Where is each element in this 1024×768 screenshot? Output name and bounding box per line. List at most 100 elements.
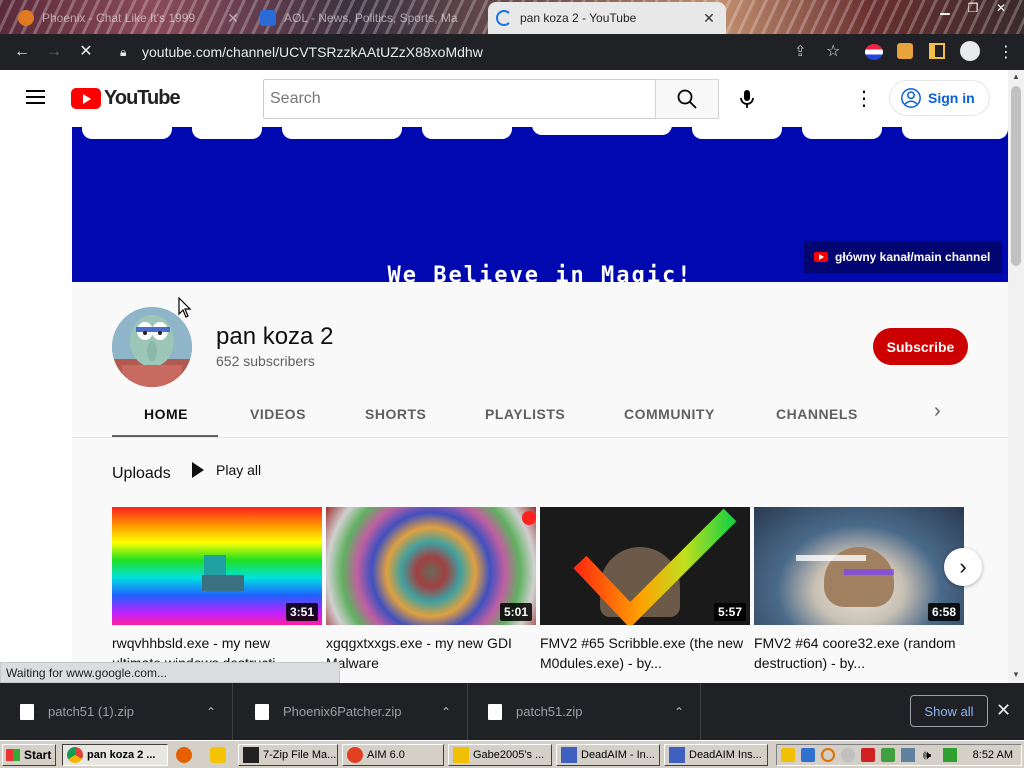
loading-spinner-icon [496, 10, 512, 26]
tray-network-icon[interactable] [881, 748, 895, 762]
video-thumbnail[interactable]: 5:01 [326, 507, 536, 625]
video-item[interactable]: 3:51 rwqvhhbsld.exe - my new ultimate wi… [112, 507, 322, 673]
tab-title: AOL - News, Politics, Sports, Ma [284, 11, 458, 25]
back-icon[interactable]: ← [12, 42, 32, 62]
address-bar[interactable]: 🔒︎ youtube.com/channel/UCVTSRzzkAAtUZzX8… [108, 39, 848, 65]
close-icon[interactable]: ✕ [224, 10, 242, 27]
video-title[interactable]: xgqgxtxxgs.exe - my new GDI Malware [326, 633, 536, 673]
carousel-next-button[interactable]: › [944, 548, 982, 586]
sign-in-button[interactable]: Sign in [889, 80, 990, 116]
forward-icon[interactable]: → [44, 42, 64, 62]
start-button[interactable]: Start [2, 744, 56, 766]
uploads-section-title[interactable]: Uploads [112, 465, 171, 483]
hamburger-menu-icon[interactable] [26, 90, 45, 104]
download-filename: patch51.zip [516, 704, 583, 719]
tab-community[interactable]: COMMUNITY [624, 406, 715, 422]
chevron-up-icon[interactable]: ⌃ [206, 705, 216, 719]
tray-display-icon[interactable] [901, 748, 915, 762]
video-item[interactable]: 5:01 xgqgxtxxgs.exe - my new GDI Malware [326, 507, 536, 673]
page-scrollbar[interactable]: ▲ ▼ [1008, 70, 1024, 683]
video-duration: 3:51 [285, 603, 318, 621]
profile-flag-icon[interactable] [865, 44, 883, 60]
video-thumbnail[interactable]: 6:58 [754, 507, 964, 625]
home-content: Uploads Play all 3:51 rwqvhhbsld.exe - m… [72, 438, 1008, 683]
search-button[interactable] [655, 79, 719, 119]
taskbar-item-deadaim-install[interactable]: DeadAIM Ins... [664, 744, 768, 766]
reading-list-icon[interactable] [929, 43, 945, 59]
browser-toolbar: ← → ✕ 🔒︎ youtube.com/channel/UCVTSRzzkAA… [0, 34, 1024, 70]
channel-avatar[interactable] [112, 307, 192, 387]
tray-search-icon[interactable] [821, 748, 835, 762]
phoenix-favicon-icon [18, 10, 34, 26]
scroll-down-icon[interactable]: ▼ [1012, 670, 1020, 679]
video-item[interactable]: 5:57 FMV2 #65 Scribble.exe (the new M0du… [540, 507, 750, 673]
maximize-icon[interactable]: ❐ [958, 0, 988, 16]
tab-pan-koza[interactable]: pan koza 2 - YouTube ✕ [488, 2, 726, 34]
tabs-next-chevron-icon[interactable]: › [934, 400, 941, 423]
tab-channels[interactable]: CHANNELS [776, 406, 858, 422]
taskbar: Start pan koza 2 ... 7-Zip File Ma... AI… [0, 740, 1024, 768]
extensions-puzzle-icon[interactable] [897, 43, 913, 59]
tab-phoenix[interactable]: Phoenix - Chat Like It's 1999 ✕ [10, 2, 250, 34]
minimize-icon[interactable]: ▁ [930, 0, 960, 16]
tray-aim2-icon[interactable] [801, 748, 815, 762]
video-title[interactable]: FMV2 #65 Scribble.exe (the new M0dules.e… [540, 633, 750, 673]
taskbar-item-chrome[interactable]: pan koza 2 ... [62, 744, 168, 766]
tray-security-icon[interactable] [861, 748, 875, 762]
settings-kebab-icon[interactable]: ⋮ [854, 86, 874, 111]
browser-menu-icon[interactable]: ⋮ [998, 42, 1014, 62]
system-tray: 🕪︎ 8:52 AM [776, 744, 1022, 766]
taskbar-item-aim[interactable]: AIM 6.0 [342, 744, 444, 766]
download-item[interactable]: Phoenix6Patcher.zip ⌃ [235, 683, 468, 740]
taskbar-label: 7-Zip File Ma... [263, 749, 337, 761]
close-icon[interactable]: ✕ [700, 10, 718, 27]
close-window-icon[interactable]: ✕ [986, 0, 1016, 16]
taskbar-item-gabe[interactable]: Gabe2005's ... [448, 744, 552, 766]
stop-loading-icon[interactable]: ✕ [76, 42, 96, 62]
video-thumbnail[interactable]: 3:51 [112, 507, 322, 625]
video-title[interactable]: FMV2 #64 coore32.exe (random destruction… [754, 633, 964, 673]
taskbar-label: AIM 6.0 [367, 749, 405, 761]
subscriber-count: 652 subscribers [216, 353, 315, 369]
volume-icon[interactable]: 🕪︎ [923, 747, 931, 763]
search-input[interactable] [264, 80, 656, 118]
youtube-small-icon [814, 252, 828, 262]
taskbar-item-7zip[interactable]: 7-Zip File Ma... [238, 744, 338, 766]
tray-aim-icon[interactable] [781, 748, 795, 762]
tab-home[interactable]: HOME [144, 406, 188, 422]
tab-videos[interactable]: VIDEOS [250, 406, 306, 422]
chevron-up-icon[interactable]: ⌃ [441, 705, 451, 719]
play-all-label: Play all [216, 462, 262, 478]
mouse-cursor-icon [178, 297, 192, 318]
close-download-bar-icon[interactable]: ✕ [996, 700, 1011, 721]
lock-icon: 🔒︎ [120, 45, 127, 59]
aim-quicklaunch-icon[interactable] [210, 747, 226, 763]
download-item[interactable]: patch51 (1).zip ⌃ [0, 683, 233, 740]
firefox-quicklaunch-icon[interactable] [176, 747, 192, 763]
tray-messenger-icon[interactable] [841, 748, 855, 762]
video-thumbnail[interactable]: 5:57 [540, 507, 750, 625]
scroll-up-icon[interactable]: ▲ [1012, 72, 1020, 81]
tab-shorts[interactable]: SHORTS [365, 406, 426, 422]
search-icon [677, 89, 697, 109]
youtube-logo[interactable]: YouTube [71, 87, 181, 110]
taskbar-clock[interactable]: 8:52 AM [973, 749, 1013, 761]
account-avatar-icon[interactable] [960, 41, 980, 61]
video-item[interactable]: 6:58 FMV2 #64 coore32.exe (random destru… [754, 507, 964, 673]
download-item[interactable]: patch51.zip ⌃ [468, 683, 701, 740]
play-all-button[interactable]: Play all [192, 462, 261, 478]
subscribe-button[interactable]: Subscribe [873, 328, 968, 365]
download-bar: patch51 (1).zip ⌃ Phoenix6Patcher.zip ⌃ … [0, 683, 1024, 740]
tab-aol[interactable]: AOL - News, Politics, Sports, Ma [252, 2, 486, 34]
share-icon[interactable]: ⇪ [794, 42, 807, 60]
chevron-up-icon[interactable]: ⌃ [674, 705, 684, 719]
bookmark-star-icon[interactable]: ☆ [826, 41, 840, 61]
taskbar-item-deadaim[interactable]: DeadAIM - In... [556, 744, 660, 766]
scrollbar-thumb[interactable] [1011, 86, 1021, 266]
tray-safely-remove-icon[interactable] [943, 748, 957, 762]
voice-search-button[interactable] [728, 79, 766, 119]
tab-playlists[interactable]: PLAYLISTS [485, 406, 565, 422]
show-all-downloads-button[interactable]: Show all [910, 695, 988, 727]
browser-status-bubble: Waiting for www.google.com... [0, 662, 340, 683]
banner-main-channel-link[interactable]: główny kanał/main channel [804, 241, 1003, 273]
